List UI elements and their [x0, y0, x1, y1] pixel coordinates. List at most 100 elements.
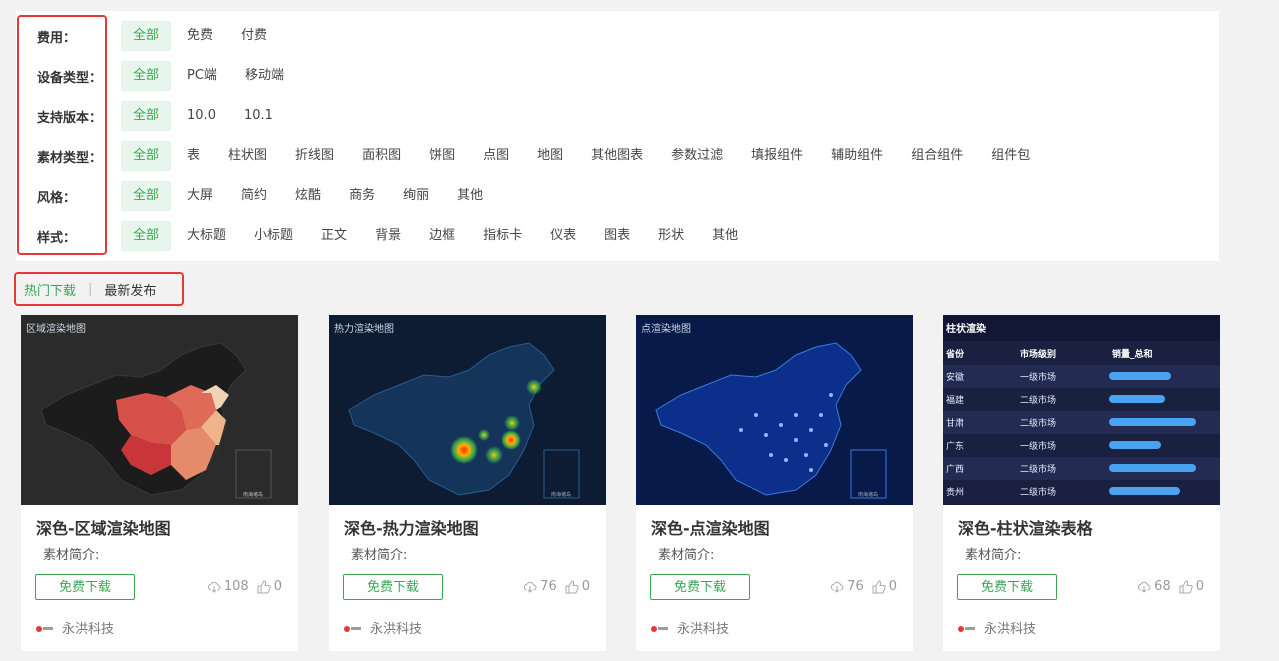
filter-option[interactable]: 面积图: [353, 141, 410, 171]
bar-table-title: 柱状渲染: [946, 322, 987, 335]
like-count[interactable]: 0: [257, 579, 282, 594]
filter-option[interactable]: 移动端: [236, 61, 293, 91]
filter-option[interactable]: 饼图: [420, 141, 464, 171]
card-thumbnail[interactable]: 南海诸岛 区域渲染地图: [21, 315, 298, 505]
filter-option[interactable]: 柱状图: [219, 141, 276, 171]
bar-table-province: 甘肃: [946, 417, 964, 429]
card-thumbnail[interactable]: 柱状渲染 省份 市场级别 销量_总和 安徽 一级市场 福建 二级市场 甘肃 二级市场 广东 一级市…: [943, 315, 1220, 505]
filter-option[interactable]: 图表: [595, 221, 639, 251]
filter-option[interactable]: 组合组件: [902, 141, 972, 171]
card-title[interactable]: 深色-区域渲染地图: [36, 515, 171, 539]
thumb-label: 区域渲染地图: [26, 324, 86, 335]
filter-option[interactable]: 大标题: [178, 221, 235, 251]
filter-option[interactable]: 10.1: [235, 101, 282, 131]
filter-option[interactable]: 炫酷: [286, 181, 330, 211]
filter-option[interactable]: 仪表: [541, 221, 585, 251]
bar-table-level: 一级市场: [1020, 440, 1056, 452]
free-download-button[interactable]: 免费下载: [343, 574, 443, 600]
filter-option[interactable]: 地图: [528, 141, 572, 171]
material-card[interactable]: 南海诸岛 点渲染地图 深色-点渲染地图 素材简介: 免费下载 76 0 永洪科技: [636, 315, 913, 651]
filter-options: 全部 大屏 简约 炫酷 商务 绚丽 其他: [121, 181, 502, 211]
material-card[interactable]: 南海诸岛 热力渲染地图 深色-热力渲染地图 素材简介: 免费下载 76 0 永洪…: [329, 315, 606, 651]
card-title[interactable]: 深色-柱状渲染表格: [958, 515, 1093, 539]
card-author[interactable]: 永洪科技: [957, 618, 1036, 637]
bar-table-level: 二级市场: [1020, 394, 1056, 406]
card-title[interactable]: 深色-点渲染地图: [651, 515, 770, 539]
thumb-label: 点渲染地图: [641, 324, 691, 335]
like-count-value: 0: [1195, 579, 1204, 594]
like-count-value: 0: [581, 579, 590, 594]
filter-options: 全部 免费 付费: [121, 21, 286, 51]
like-count[interactable]: 0: [565, 579, 590, 594]
company-logo: [650, 623, 668, 633]
card-thumbnail[interactable]: 南海诸岛 点渲染地图: [636, 315, 913, 505]
filter-option[interactable]: 绚丽: [394, 181, 438, 211]
filter-option[interactable]: 免费: [178, 21, 222, 51]
thumb-label: 热力渲染地图: [334, 324, 394, 335]
card-stats: 76 0: [515, 579, 590, 594]
card-stats: 68 0: [1129, 579, 1204, 594]
filter-option[interactable]: 全部: [121, 21, 172, 51]
bar-table-bar: [1109, 487, 1180, 495]
card-thumbnail[interactable]: 南海诸岛 热力渲染地图: [329, 315, 606, 505]
filter-option[interactable]: 商务: [340, 181, 384, 211]
filter-option[interactable]: 组件包: [982, 141, 1039, 171]
bar-table-bar: [1109, 464, 1196, 472]
filter-option[interactable]: 大屏: [178, 181, 222, 211]
filter-option[interactable]: 辅助组件: [822, 141, 892, 171]
sort-hot-downloads[interactable]: 热门下载: [16, 280, 84, 299]
card-description: 素材简介:: [351, 548, 408, 563]
filter-label: 费用：: [37, 30, 77, 46]
filter-option[interactable]: 其他: [703, 221, 747, 251]
free-download-button[interactable]: 免费下载: [957, 574, 1057, 600]
filter-option[interactable]: 正文: [312, 221, 356, 251]
filter-option[interactable]: 形状: [649, 221, 693, 251]
filter-option[interactable]: 填报组件: [742, 141, 812, 171]
card-author[interactable]: 永洪科技: [650, 618, 729, 637]
bar-table-header-cell: 市场级别: [1020, 348, 1056, 360]
author-name: 永洪科技: [677, 622, 730, 637]
filter-option[interactable]: 付费: [232, 21, 276, 51]
card-title[interactable]: 深色-热力渲染地图: [344, 515, 479, 539]
filter-option[interactable]: 参数过滤: [662, 141, 732, 171]
filter-option[interactable]: 背景: [366, 221, 410, 251]
company-logo: [957, 623, 975, 633]
filter-option[interactable]: 简约: [232, 181, 276, 211]
filter-option[interactable]: 折线图: [286, 141, 343, 171]
like-count[interactable]: 0: [872, 579, 897, 594]
filter-option[interactable]: 全部: [121, 61, 172, 91]
filter-option[interactable]: 指标卡: [474, 221, 531, 251]
like-count[interactable]: 0: [1179, 579, 1204, 594]
material-card[interactable]: 南海诸岛 区域渲染地图 深色-区域渲染地图 素材简介: 免费下载 108 0 永…: [21, 315, 298, 651]
filter-row-version: 支持版本： 全部 10.0 10.1: [16, 101, 292, 131]
card-description: 素材简介:: [658, 548, 715, 563]
filter-option[interactable]: 其他图表: [582, 141, 652, 171]
card-author[interactable]: 永洪科技: [343, 618, 422, 637]
filter-row-fee: 费用： 全部 免费 付费: [16, 21, 286, 51]
download-count-value: 76: [540, 579, 557, 594]
sort-latest[interactable]: 最新发布: [96, 280, 164, 299]
filter-option[interactable]: 表: [178, 141, 209, 171]
filter-option[interactable]: 点图: [474, 141, 518, 171]
filter-option[interactable]: 全部: [121, 101, 172, 131]
free-download-button[interactable]: 免费下载: [650, 574, 750, 600]
material-card[interactable]: 柱状渲染 省份 市场级别 销量_总和 安徽 一级市场 福建 二级市场 甘肃 二级市场 广东 一级市…: [943, 315, 1220, 651]
sort-separator: |: [88, 281, 93, 297]
filter-option[interactable]: 小标题: [245, 221, 302, 251]
thumbs-up-icon: [257, 579, 271, 593]
cloud-download-icon: [831, 581, 844, 593]
filter-option[interactable]: 全部: [121, 221, 172, 251]
bar-table-header-cell: 省份: [945, 348, 965, 360]
free-download-button[interactable]: 免费下载: [35, 574, 135, 600]
filter-option[interactable]: 其他: [448, 181, 492, 211]
card-author[interactable]: 永洪科技: [35, 618, 114, 637]
bar-table-row: [943, 434, 1220, 457]
bar-table-bar: [1109, 441, 1161, 449]
filter-option[interactable]: 边框: [420, 221, 464, 251]
bar-table-province: 贵州: [946, 486, 964, 498]
author-name: 永洪科技: [984, 622, 1037, 637]
filter-option[interactable]: 10.0: [178, 101, 225, 131]
filter-option[interactable]: 全部: [121, 141, 172, 171]
filter-option[interactable]: 全部: [121, 181, 172, 211]
filter-option[interactable]: PC端: [178, 61, 226, 91]
